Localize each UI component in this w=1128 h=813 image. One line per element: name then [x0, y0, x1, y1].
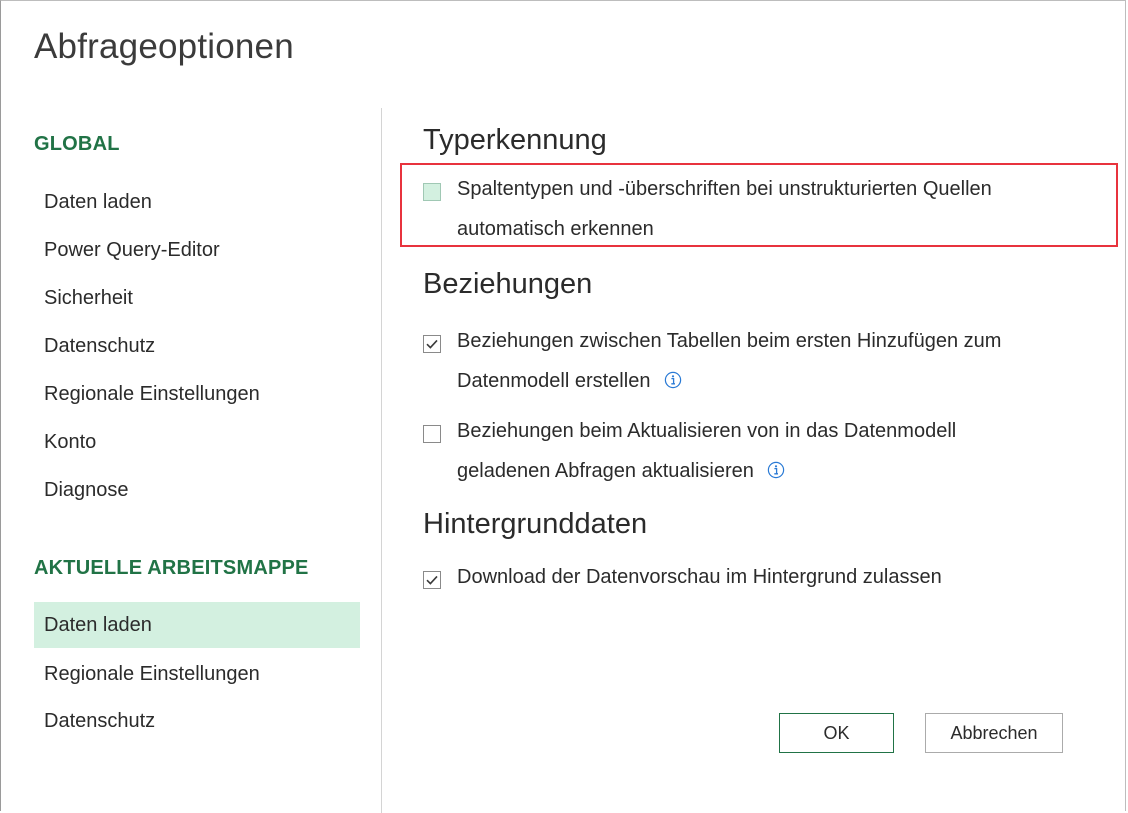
sidebar-item-workbook-regionale-einstellungen[interactable]: Regionale Einstellungen: [34, 651, 360, 697]
cancel-button[interactable]: Abbrechen: [925, 713, 1063, 753]
sidebar-item-konto[interactable]: Konto: [34, 419, 360, 465]
section-heading-relationships: Beziehungen: [423, 268, 593, 300]
section-heading-background-data: Hintergrunddaten: [423, 508, 648, 540]
sidebar-item-diagnose[interactable]: Diagnose: [34, 467, 360, 513]
option-update-relationships: Beziehungen beim Aktualisieren von in da…: [423, 419, 1113, 489]
sidebar-heading-global: GLOBAL: [34, 133, 120, 155]
sidebar-heading-workbook: AKTUELLE ARBEITSMAPPE: [34, 557, 309, 579]
create-relationships-label[interactable]: Beziehungen zwischen Tabellen beim erste…: [457, 321, 1117, 401]
highlight-annotation-box: [400, 163, 1118, 247]
section-heading-type-detection: Typerkennung: [423, 124, 607, 156]
update-relationships-checkbox[interactable]: [423, 425, 441, 443]
create-relationships-label-line2: Datenmodell erstellen: [457, 370, 651, 392]
checkmark-icon: [426, 575, 438, 585]
update-relationships-label[interactable]: Beziehungen beim Aktualisieren von in da…: [457, 411, 1117, 491]
sidebar-item-workbook-daten-laden[interactable]: Daten laden: [34, 602, 360, 648]
sidebar-item-global-regionale-einstellungen[interactable]: Regionale Einstellungen: [34, 371, 360, 417]
background-preview-label[interactable]: Download der Datenvorschau im Hintergrun…: [457, 557, 1117, 597]
update-relationships-label-line2: geladenen Abfragen aktualisieren: [457, 460, 754, 482]
background-preview-checkbox[interactable]: [423, 571, 441, 589]
sidebar-divider: [381, 108, 382, 813]
ok-button[interactable]: OK: [779, 713, 894, 753]
create-relationships-checkbox[interactable]: [423, 335, 441, 353]
create-relationships-label-line1: Beziehungen zwischen Tabellen beim erste…: [457, 330, 1002, 352]
info-icon[interactable]: [664, 371, 682, 389]
option-background-preview: Download der Datenvorschau im Hintergrun…: [423, 565, 1113, 599]
sidebar-item-workbook-datenschutz[interactable]: Datenschutz: [34, 698, 360, 744]
option-create-relationships: Beziehungen zwischen Tabellen beim erste…: [423, 329, 1113, 399]
sidebar-item-sicherheit[interactable]: Sicherheit: [34, 275, 360, 321]
dialog-title: Abfrageoptionen: [34, 27, 294, 66]
sidebar-item-power-query-editor[interactable]: Power Query-Editor: [34, 227, 360, 273]
update-relationships-label-line1: Beziehungen beim Aktualisieren von in da…: [457, 420, 957, 442]
sidebar-item-global-datenschutz[interactable]: Datenschutz: [34, 323, 360, 369]
query-options-dialog: Abfrageoptionen GLOBAL Daten laden Power…: [0, 0, 1126, 813]
sidebar-item-global-daten-laden[interactable]: Daten laden: [34, 179, 360, 225]
checkmark-icon: [426, 339, 438, 349]
info-icon[interactable]: [767, 461, 785, 479]
